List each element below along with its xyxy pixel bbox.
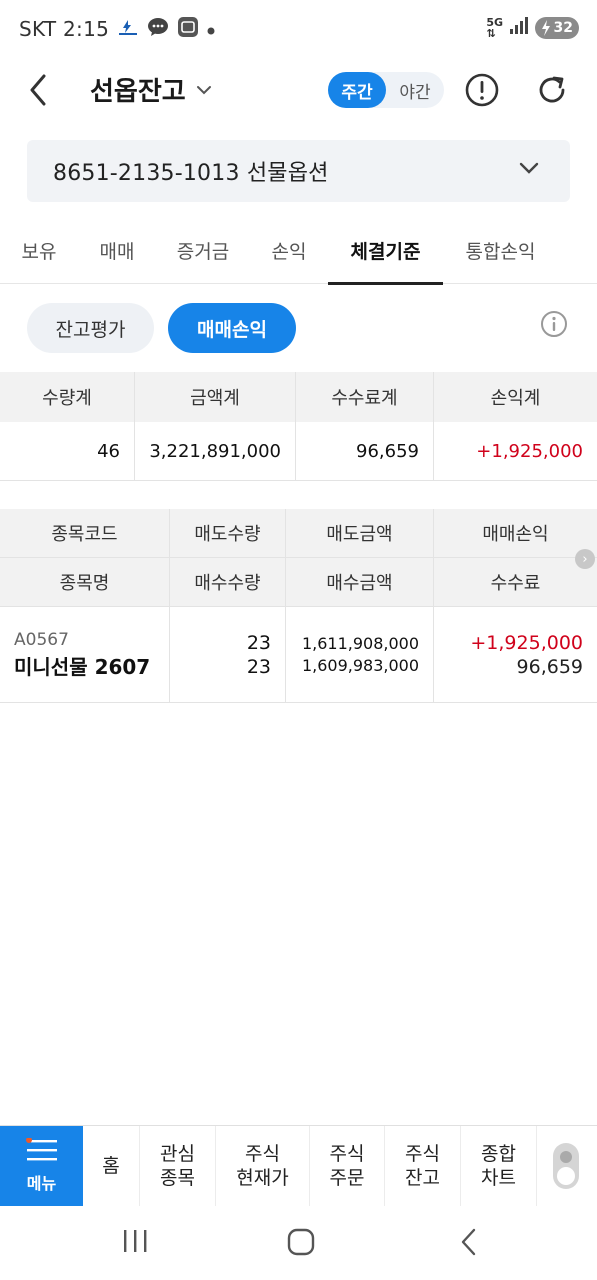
header: 선옵잔고 주간 야간 <box>0 60 597 122</box>
header-code: 종목코드 <box>0 509 170 558</box>
tab-margin[interactable]: 증거금 <box>156 216 250 284</box>
refresh-button[interactable] <box>534 72 570 108</box>
refresh-icon <box>539 76 565 103</box>
balance-eval-button[interactable]: 잔고평가 <box>27 303 154 353</box>
summary-header-row: 수량계 금액계 수수료계 손익계 <box>0 372 597 422</box>
carrier-time: SKT 2:15 <box>19 17 110 41</box>
session-toggle: 주간 야간 <box>328 72 444 108</box>
header-sell-amount: 매도금액 <box>286 509 434 558</box>
info-button[interactable] <box>540 310 568 342</box>
account-label: 8651-2135-1013 선물옵션 <box>53 161 329 186</box>
home-icon <box>287 1228 315 1256</box>
summary-header-pl: 손익계 <box>434 372 597 422</box>
header-sell-qty: 매도수량 <box>170 509 286 558</box>
status-bar: SKT 2:15 5G ⇅ 32 <box>0 0 597 58</box>
summary-value-row: 46 3,221,891,000 96,659 +1,925,000 <box>0 422 597 481</box>
tab-pl[interactable]: 손익 <box>250 216 328 284</box>
buy-qty: 23 <box>246 656 271 678</box>
sell-amount: 1,611,908,000 <box>301 634 419 653</box>
exclamation-circle-icon <box>465 73 499 107</box>
trade-pl-value: +1,925,000 <box>470 632 583 654</box>
chat-icon <box>147 17 169 41</box>
detail-table: 종목코드 매도수량 매도금액 매매손익 종목명 매수수량 매수금액 수수료 A0… <box>0 509 597 703</box>
view-toggle: 잔고평가 매매손익 <box>27 303 296 353</box>
menu-icon <box>25 1138 57 1161</box>
header-fee: 수수료 <box>434 558 597 607</box>
battery-icon: 32 <box>535 17 579 39</box>
chevron-left-icon <box>461 1228 476 1256</box>
summary-fee-value: 96,659 <box>296 422 434 481</box>
session-night-button[interactable]: 야간 <box>386 72 444 108</box>
detail-header-row-bottom: 종목명 매수수량 매수금액 수수료 <box>0 558 597 607</box>
signal-icon <box>509 17 529 39</box>
header-trade-pl: 매매손익 <box>434 509 597 558</box>
chevron-down-icon <box>518 160 540 179</box>
summary-pl-value: +1,925,000 <box>434 422 597 481</box>
dot-icon <box>207 20 215 39</box>
instrument-cell: A0567 미니선물 2607 <box>0 607 170 703</box>
title-dropdown[interactable]: 선옵잔고 <box>90 71 212 108</box>
chevron-down-icon <box>196 85 211 94</box>
tab-holdings[interactable]: 보유 <box>0 216 78 284</box>
app-badge-icon <box>177 16 199 42</box>
summary-header-amount: 금액계 <box>135 372 296 422</box>
tab-bar: 보유 매매 증거금 손익 체결기준 통합손익 <box>0 216 597 285</box>
recent-apps-button[interactable] <box>121 1228 149 1258</box>
chevron-left-icon <box>30 74 46 106</box>
table-row[interactable]: A0567 미니선물 2607 23 23 1,611,908,000 1,60… <box>0 607 597 703</box>
pl-cell: +1,925,000 96,659 <box>434 607 597 703</box>
trade-pl-button[interactable]: 매매손익 <box>168 303 296 353</box>
qty-cell: 23 23 <box>170 607 286 703</box>
amount-cell: 1,611,908,000 1,609,983,000 <box>286 607 434 703</box>
system-nav <box>0 1206 597 1280</box>
bottom-nav: 메뉴 홈 관심 종목 주식 현재가 주식 주문 주식 잔고 종합 차트 <box>0 1125 597 1206</box>
buy-amount: 1,609,983,000 <box>301 656 419 675</box>
header-buy-qty: 매수수량 <box>170 558 286 607</box>
summary-header-fee: 수수료계 <box>296 372 434 422</box>
instrument-name: 미니선물 2607 <box>14 655 151 679</box>
home-button[interactable] <box>287 1228 315 1260</box>
tab-trades[interactable]: 매매 <box>78 216 156 284</box>
instrument-code: A0567 <box>14 630 69 650</box>
back-button[interactable] <box>28 70 60 110</box>
nav-watchlist[interactable]: 관심 종목 <box>140 1126 216 1206</box>
detail-header-row-top: 종목코드 매도수량 매도금액 매매손익 <box>0 509 597 558</box>
fee-value: 96,659 <box>516 656 583 678</box>
header-buy-amount: 매수금액 <box>286 558 434 607</box>
account-selector[interactable]: 8651-2135-1013 선물옵션 <box>27 140 570 202</box>
nav-chart[interactable]: 종합 차트 <box>461 1126 537 1206</box>
sell-qty: 23 <box>246 632 271 654</box>
recent-apps-icon <box>124 1230 147 1252</box>
page-title: 선옵잔고 <box>90 77 186 107</box>
menu-label: 메뉴 <box>26 1174 57 1193</box>
battery-level: 32 <box>553 20 573 36</box>
info-icon <box>541 311 567 337</box>
session-day-button[interactable]: 주간 <box>328 72 386 108</box>
system-back-button[interactable] <box>459 1228 479 1260</box>
menu-button[interactable]: 메뉴 <box>0 1126 83 1206</box>
network-5g-icon: 5G ⇅ <box>486 16 503 40</box>
scroll-right-icon[interactable]: › <box>575 549 595 569</box>
summary-amount-value: 3,221,891,000 <box>135 422 296 481</box>
nav-scroll-handle[interactable] <box>553 1143 579 1189</box>
nav-stock-balance[interactable]: 주식 잔고 <box>385 1126 461 1206</box>
alert-button[interactable] <box>464 72 500 108</box>
header-name: 종목명 <box>0 558 170 607</box>
nav-stock-price[interactable]: 주식 현재가 <box>216 1126 310 1206</box>
tab-total-pl[interactable]: 통합손익 <box>443 216 558 284</box>
app-notification-icon <box>117 18 139 40</box>
summary-header-qty: 수량계 <box>0 372 135 422</box>
summary-table: 수량계 금액계 수수료계 손익계 46 3,221,891,000 96,659… <box>0 372 597 481</box>
tab-execution-basis[interactable]: 체결기준 <box>328 216 443 285</box>
nav-stock-order[interactable]: 주식 주문 <box>310 1126 385 1206</box>
nav-home[interactable]: 홈 <box>83 1126 140 1206</box>
summary-qty-value: 46 <box>0 422 135 481</box>
